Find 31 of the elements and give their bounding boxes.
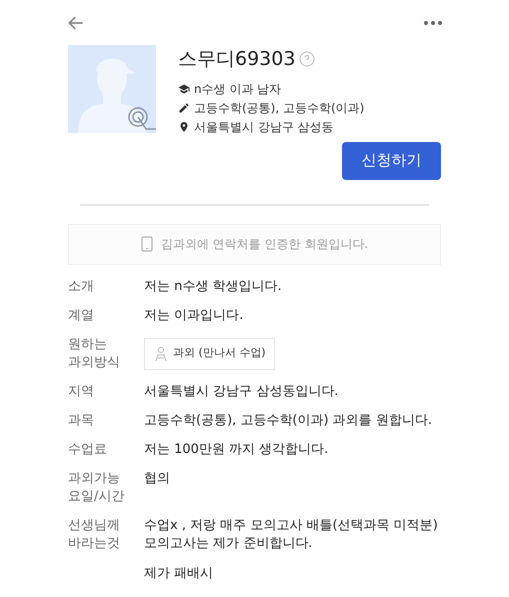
verified-text: 김과외에 연락처를 인증한 회원입니다.: [160, 236, 368, 253]
field-value: 협의: [144, 470, 170, 488]
person-icon: [153, 346, 169, 362]
field-value: 모의고사는 제가 준비합니다.: [144, 534, 314, 552]
field-label: 과목: [68, 412, 95, 430]
graduation-cap-icon: [178, 82, 190, 94]
field-label: 선생님께 바라는것: [68, 516, 121, 552]
field-value: 서울특별시 강남구 삼성동입니다.: [144, 382, 338, 400]
profile-detail: 고등수학(공통), 고등수학(이과): [194, 100, 364, 116]
lesson-type-chip: 과외 (만나서 수업): [144, 338, 275, 370]
field-label: 과외가능 요일/시간: [68, 470, 126, 506]
field-label: 소개: [68, 278, 95, 296]
user-name: 스무디69303: [178, 47, 296, 72]
help-icon[interactable]: [299, 51, 316, 68]
phone-icon: [140, 236, 153, 252]
profile-detail: 서울특별시 강남구 삼성동: [194, 118, 334, 136]
field-value: 저는 이과입니다.: [144, 306, 244, 324]
location-pin-icon: [178, 120, 190, 132]
field-value: 제가 패배시: [144, 564, 214, 582]
more-icon[interactable]: [423, 19, 443, 27]
field-label: 계열: [68, 306, 95, 324]
field-label: 원하는 과외방식: [68, 336, 121, 372]
field-value: 수업x , 저랑 매주 모의고사 배틀(선택과목 미적분): [144, 516, 438, 534]
apply-button[interactable]: 신청하기: [342, 142, 441, 180]
pencil-icon: [178, 102, 190, 114]
field-value: 저는 100만원 까지 생각합니다.: [144, 440, 328, 458]
field-label: 지역: [68, 382, 95, 400]
field-label: 수업료: [68, 440, 108, 458]
field-value: 고등수학(공통), 고등수학(이과) 과외를 원합니다.: [144, 412, 432, 430]
profile-detail: n수생 이과 남자: [194, 80, 282, 98]
field-value: 저는 n수생 학생입니다.: [144, 278, 282, 296]
